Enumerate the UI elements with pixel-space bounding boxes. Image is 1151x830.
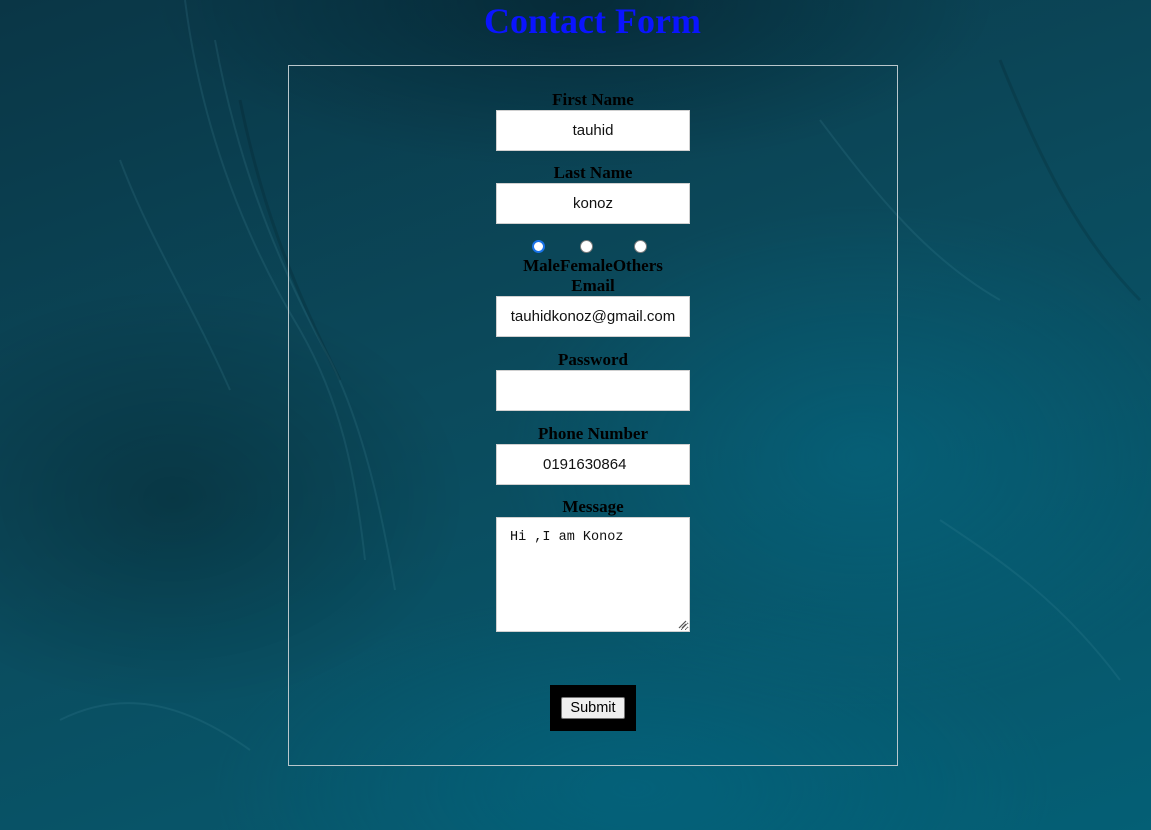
email-input[interactable] bbox=[496, 296, 690, 337]
message-label: Message bbox=[562, 497, 624, 516]
message-textarea[interactable]: Hi ,I am Konoz bbox=[496, 517, 690, 632]
gender-labels: MaleFemaleOthers bbox=[523, 256, 663, 275]
contact-form: First Name Last Name MaleFemaleOthers Em… bbox=[288, 65, 898, 766]
page-title: Contact Form bbox=[484, 1, 701, 41]
phone-number-input[interactable] bbox=[496, 444, 690, 485]
last-name-input[interactable] bbox=[496, 183, 690, 224]
submit-button[interactable]: Submit bbox=[561, 697, 625, 719]
submit-container: Submit bbox=[550, 685, 636, 731]
gender-male-radio[interactable] bbox=[532, 240, 545, 253]
password-input[interactable] bbox=[496, 370, 690, 411]
phone-number-label: Phone Number bbox=[537, 424, 649, 443]
gender-others-radio[interactable] bbox=[634, 240, 647, 253]
first-name-label: First Name bbox=[552, 90, 634, 109]
email-label: Email bbox=[571, 276, 615, 295]
last-name-label: Last Name bbox=[553, 163, 633, 182]
first-name-input[interactable] bbox=[496, 110, 690, 151]
password-label: Password bbox=[558, 350, 628, 369]
gender-female-radio[interactable] bbox=[580, 240, 593, 253]
